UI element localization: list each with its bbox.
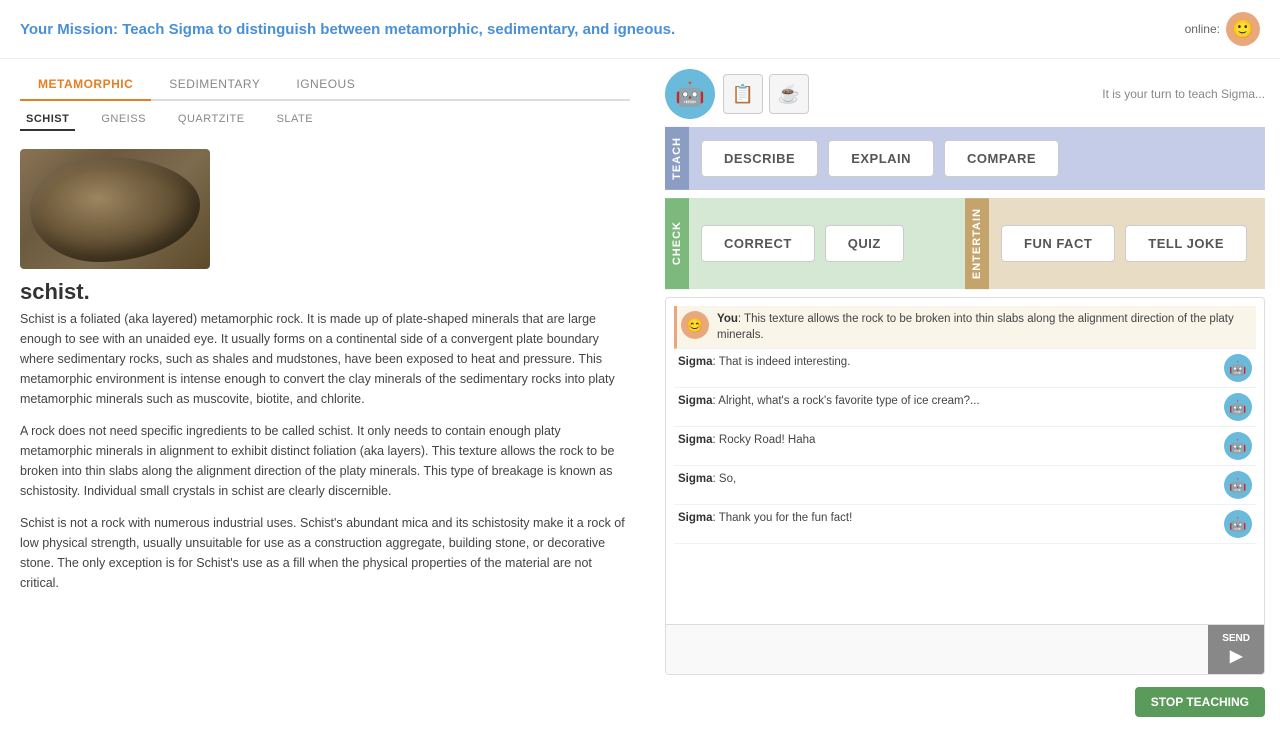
online-area: online: 🙂 [1185, 12, 1260, 46]
sub-tab-gneiss[interactable]: GNEISS [95, 109, 152, 131]
msg-sender-1: Sigma [678, 356, 713, 368]
sigma-avatar: 🤖 [665, 69, 715, 119]
msg-sender-0: You [717, 313, 738, 325]
chat-message: Sigma: Alright, what's a rock's favorite… [674, 388, 1256, 427]
msg-text-2: Sigma: Alright, what's a rock's favorite… [678, 393, 1216, 409]
rock-shape [30, 157, 200, 262]
chat-message: Sigma: So, 🤖 [674, 466, 1256, 505]
rock-para-3: Schist is not a rock with numerous indus… [20, 513, 630, 593]
msg-text-1: Sigma: That is indeed interesting. [678, 354, 1216, 370]
mission-prefix: Your Mission: [20, 21, 118, 38]
entertain-label: ENTERTAIN [965, 198, 989, 289]
msg-sender-2: Sigma [678, 395, 713, 407]
user-avatar: 🙂 [1226, 12, 1260, 46]
msg-body-5: : Thank you for the fun fact! [713, 512, 853, 524]
send-arrow-icon: ▶ [1230, 646, 1242, 666]
fun-fact-button[interactable]: FUN FACT [1001, 225, 1115, 262]
tab-metamorphic[interactable]: METAMORPHIC [20, 69, 151, 101]
correct-button[interactable]: CORRECT [701, 225, 815, 262]
describe-button[interactable]: DESCRIBE [701, 140, 818, 177]
mission-body: Teach Sigma to distinguish between metam… [118, 21, 675, 38]
sub-tab-schist[interactable]: SCHIST [20, 109, 75, 131]
msg-body-1: : That is indeed interesting. [713, 356, 851, 368]
quiz-button[interactable]: QUIZ [825, 225, 904, 262]
mug-icon[interactable]: ☕ [769, 74, 809, 114]
msg-text-5: Sigma: Thank you for the fun fact! [678, 510, 1216, 526]
rock-description: Schist is a foliated (aka layered) metam… [20, 309, 630, 593]
stop-teaching-button[interactable]: STOP TEACHING [1135, 687, 1265, 717]
main-layout: METAMORPHIC SEDIMENTARY IGNEOUS SCHIST G… [0, 59, 1280, 731]
teach-section: TEACH DESCRIBE EXPLAIN COMPARE [665, 127, 1265, 190]
msg-sender-5: Sigma [678, 512, 713, 524]
rock-para-2: A rock does not need specific ingredient… [20, 421, 630, 501]
msg-body-3: : Rocky Road! Haha [713, 434, 816, 446]
msg-sender-4: Sigma [678, 473, 713, 485]
msg-text-3: Sigma: Rocky Road! Haha [678, 432, 1216, 448]
action-icons: 📋 ☕ [723, 74, 809, 114]
sigma-row: 🤖 📋 ☕ It is your turn to teach Sigma... [665, 69, 1265, 119]
tell-joke-button[interactable]: TELL JOKE [1125, 225, 1247, 262]
sub-tabs: SCHIST GNEISS QUARTZITE SLATE [20, 101, 630, 139]
compare-button[interactable]: COMPARE [944, 140, 1059, 177]
tab-igneous[interactable]: IGNEOUS [278, 69, 373, 101]
explain-button[interactable]: EXPLAIN [828, 140, 934, 177]
rock-image [20, 149, 210, 269]
check-section: CHECK CORRECT QUIZ [665, 198, 965, 289]
chat-input-area: SEND ▶ [666, 624, 1264, 674]
check-label: CHECK [665, 198, 689, 289]
online-label: online: [1185, 22, 1220, 36]
msg-body-2: : Alright, what's a rock's favorite type… [713, 395, 980, 407]
stop-btn-container: STOP TEACHING [665, 683, 1265, 721]
tab-sedimentary[interactable]: SEDIMENTARY [151, 69, 278, 101]
right-panel: 🤖 📋 ☕ It is your turn to teach Sigma... … [650, 59, 1280, 731]
send-button[interactable]: SEND ▶ [1208, 625, 1264, 674]
book-icon[interactable]: 📋 [723, 74, 763, 114]
rock-para-1: Schist is a foliated (aka layered) metam… [20, 309, 630, 409]
check-buttons: CORRECT QUIZ [689, 198, 965, 289]
msg-text-4: Sigma: So, [678, 471, 1216, 487]
tabs-row: METAMORPHIC SEDIMENTARY IGNEOUS [20, 69, 630, 101]
mission-text: Your Mission: Teach Sigma to distinguish… [20, 21, 675, 38]
send-label: SEND [1222, 633, 1250, 644]
header: Your Mission: Teach Sigma to distinguish… [0, 0, 1280, 59]
sigma-avatar-4: 🤖 [1224, 471, 1252, 499]
chat-messages: 😊 You: This texture allows the rock to b… [666, 298, 1264, 624]
sigma-avatar-1: 🤖 [1224, 354, 1252, 382]
sigma-avatar-2: 🤖 [1224, 393, 1252, 421]
chat-message: 😊 You: This texture allows the rock to b… [674, 306, 1256, 349]
chat-container: 😊 You: This texture allows the rock to b… [665, 297, 1265, 675]
sigma-avatar-3: 🤖 [1224, 432, 1252, 460]
rock-title: schist. [20, 279, 630, 305]
entertain-section: ENTERTAIN FUN FACT TELL JOKE [965, 198, 1265, 289]
chat-message: Sigma: Thank you for the fun fact! 🤖 [674, 505, 1256, 544]
sub-tab-slate[interactable]: SLATE [271, 109, 320, 131]
main-tabs: METAMORPHIC SEDIMENTARY IGNEOUS [20, 59, 630, 101]
msg-body-0: : This texture allows the rock to be bro… [717, 313, 1234, 341]
check-entertain-row: CHECK CORRECT QUIZ ENTERTAIN FUN FACT TE… [665, 198, 1265, 289]
chat-message: Sigma: That is indeed interesting. 🤖 [674, 349, 1256, 388]
sigma-avatar-5: 🤖 [1224, 510, 1252, 538]
left-panel: METAMORPHIC SEDIMENTARY IGNEOUS SCHIST G… [0, 59, 650, 731]
entertain-buttons: FUN FACT TELL JOKE [989, 198, 1265, 289]
sigma-status: It is your turn to teach Sigma... [1102, 87, 1265, 101]
msg-body-4: : So, [713, 473, 737, 485]
sub-tab-quartzite[interactable]: QUARTZITE [172, 109, 251, 131]
msg-text-0: You: This texture allows the rock to be … [717, 311, 1252, 343]
chat-input[interactable] [666, 625, 1208, 674]
you-avatar: 😊 [681, 311, 709, 339]
msg-sender-3: Sigma [678, 434, 713, 446]
teach-buttons: DESCRIBE EXPLAIN COMPARE [689, 127, 1265, 190]
chat-message: Sigma: Rocky Road! Haha 🤖 [674, 427, 1256, 466]
teach-label: TEACH [665, 127, 689, 190]
